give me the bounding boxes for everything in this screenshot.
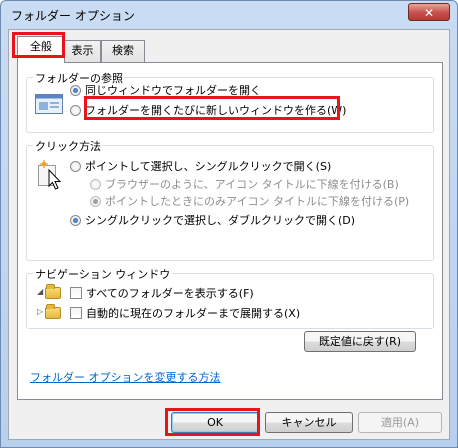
show-all-folders-label: すべてのフォルダーを表示する(F): [86, 287, 254, 300]
browse-new-window-radio[interactable]: フォルダーを開くたびに新しいウィンドウを作る(W): [70, 102, 346, 118]
cancel-button[interactable]: キャンセル: [265, 412, 353, 433]
underline-browser-label: ブラウザーのように、アイコン タイトルに下線を付ける(B): [105, 178, 399, 191]
click-items-group: クリック方法 ポイントして選択し、シングルクリックで開く(S) ブラウザーのよう…: [26, 138, 434, 261]
general-tab-panel: フォルダーの参照 同じウィンドウでフォルダーを開く フォルダーを開くたびに新しい…: [17, 62, 443, 400]
navigation-pane-title: ナビゲーション ウィンドウ: [33, 266, 173, 282]
checkbox-icon: [70, 307, 82, 319]
dialog-body: 全般 表示 検索 フォルダーの参照 同じウィンドウでフォルダーを開く フォルダー…: [8, 29, 450, 440]
tree-collapsed-icon: ▷: [37, 307, 44, 316]
tab-search[interactable]: 検索: [101, 40, 145, 62]
browse-same-window-radio[interactable]: 同じウィンドウでフォルダーを開く: [70, 82, 261, 98]
double-click-radio[interactable]: シングルクリックで選択し、ダブルクリックで開く(D): [70, 212, 355, 228]
single-click-label: ポイントして選択し、シングルクリックで開く(S): [85, 160, 332, 173]
radio-selected-icon: [70, 85, 81, 96]
radio-unselected-icon: [90, 179, 101, 190]
folder-icon: [45, 284, 61, 299]
radio-unselected-icon: [70, 105, 81, 116]
window-title: フォルダー オプション: [11, 9, 135, 23]
close-button[interactable]: ✕: [408, 3, 450, 21]
click-items-title: クリック方法: [33, 138, 103, 154]
close-icon: ✕: [423, 6, 435, 20]
click-cursor-icon: [37, 160, 63, 190]
auto-expand-label: 自動的に現在のフォルダーまで展開する(X): [86, 307, 301, 320]
show-all-folders-checkbox[interactable]: すべてのフォルダーを表示する(F): [70, 285, 254, 301]
ok-label: OK: [207, 416, 223, 429]
help-link[interactable]: フォルダー オプションを変更する方法: [30, 369, 221, 385]
browse-new-window-label: フォルダーを開くたびに新しいウィンドウを作る(W): [85, 104, 347, 117]
checkbox-icon: [70, 287, 82, 299]
tree-expanded-icon: ◢: [37, 287, 44, 296]
tab-general[interactable]: 全般: [17, 36, 65, 63]
tab-view[interactable]: 表示: [64, 40, 101, 62]
window-preview-icon: [35, 94, 63, 114]
browse-folders-group: フォルダーの参照 同じウィンドウでフォルダーを開く フォルダーを開くたびに新しい…: [26, 70, 434, 133]
double-click-label: シングルクリックで選択し、ダブルクリックで開く(D): [85, 214, 356, 227]
tab-general-label: 全般: [30, 40, 52, 53]
underline-point-label: ポイントしたときにのみアイコン タイトルに下線を付ける(P): [105, 195, 410, 208]
folder-icon: [45, 304, 61, 319]
title-bar: フォルダー オプション ✕: [1, 1, 457, 29]
apply-button[interactable]: 適用(A): [358, 412, 442, 433]
folder-options-window: フォルダー オプション ✕ 全般 表示 検索 フォルダーの参照 同じウィンドウで…: [0, 0, 458, 448]
tab-search-label: 検索: [112, 44, 134, 57]
cancel-label: キャンセル: [281, 416, 337, 429]
navigation-pane-group: ナビゲーション ウィンドウ ◢ ▷ すべてのフォルダーを表示する(F) 自動的に…: [26, 266, 434, 329]
restore-defaults-label: 既定値に戻す(R): [318, 335, 402, 348]
tab-view-label: 表示: [71, 44, 94, 57]
apply-label: 適用(A): [380, 416, 420, 429]
radio-selected-icon: [70, 215, 81, 226]
underline-point-radio[interactable]: ポイントしたときにのみアイコン タイトルに下線を付ける(P): [90, 193, 409, 209]
restore-defaults-button[interactable]: 既定値に戻す(R): [304, 331, 416, 352]
radio-unselected-icon: [70, 161, 81, 172]
radio-selected-icon: [90, 196, 101, 207]
browse-same-window-label: 同じウィンドウでフォルダーを開く: [85, 84, 261, 97]
underline-browser-radio[interactable]: ブラウザーのように、アイコン タイトルに下線を付ける(B): [90, 176, 399, 192]
ok-button[interactable]: OK: [171, 412, 259, 433]
auto-expand-checkbox[interactable]: 自動的に現在のフォルダーまで展開する(X): [70, 305, 300, 321]
single-click-radio[interactable]: ポイントして選択し、シングルクリックで開く(S): [70, 158, 331, 174]
